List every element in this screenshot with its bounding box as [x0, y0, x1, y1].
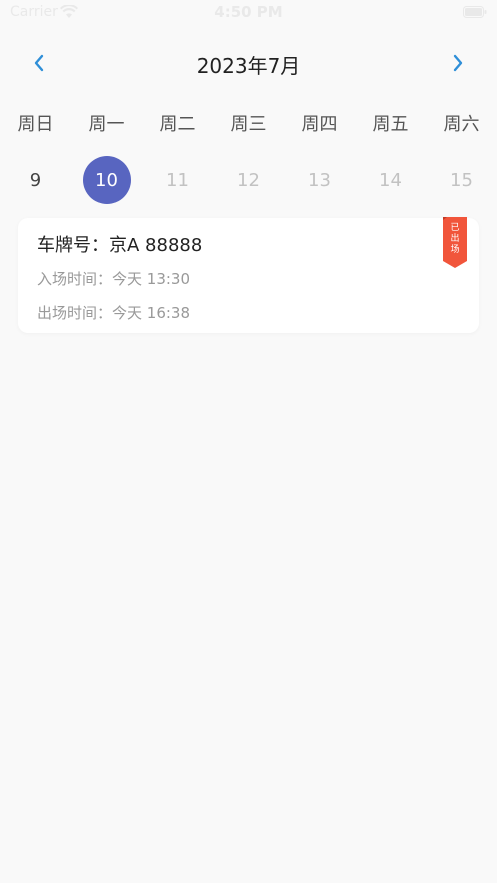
day-cell[interactable]: 11: [142, 156, 213, 204]
day-cell[interactable]: 15: [426, 156, 497, 204]
weekday-tue: 周二: [159, 114, 196, 135]
day-number: 15: [450, 169, 473, 191]
month-title: 2023年7月: [196, 54, 301, 78]
weekday-row: 周日 周一 周二 周三 周四 周五 周六: [0, 110, 497, 140]
plate-label: 车牌号：: [37, 235, 109, 256]
exit-time-label: 出场时间：: [37, 304, 113, 322]
day-number: 9: [29, 169, 42, 191]
day-number: 14: [379, 169, 402, 191]
app-screen: Carrier 4:50 PM 2023年7月 周日 周一 周二 周三 周四 周…: [0, 0, 497, 883]
weekday-mon: 周一: [88, 114, 125, 135]
weekday-sun: 周日: [17, 114, 54, 135]
exit-time-line: 出场时间：今天 16:38: [37, 302, 190, 323]
exit-time-value: 今天 16:38: [112, 304, 191, 322]
weekday-fri: 周五: [372, 114, 409, 135]
battery-icon: [463, 6, 487, 18]
weekday-wed: 周三: [230, 114, 267, 135]
entry-time-label: 入场时间：: [37, 270, 113, 288]
month-header: 2023年7月: [0, 40, 497, 86]
status-time: 4:50 PM: [214, 3, 283, 21]
day-row: 9 10 11 12 13 14 15: [0, 156, 497, 204]
day-number: 11: [166, 169, 189, 191]
day-cell[interactable]: 14: [355, 156, 426, 204]
day-number: 12: [237, 169, 260, 191]
weekday-sat: 周六: [443, 114, 480, 135]
status-bar: Carrier 4:50 PM: [0, 0, 497, 26]
plate-line: 车牌号：京A 88888: [37, 231, 202, 257]
entry-time-value: 今天 13:30: [112, 270, 191, 288]
day-cell[interactable]: 9: [0, 156, 71, 204]
status-badge: 已出场: [450, 223, 460, 255]
next-month-button[interactable]: [443, 48, 473, 78]
day-number: 13: [308, 169, 331, 191]
entry-time-line: 入场时间：今天 13:30: [37, 268, 190, 289]
day-cell-selected[interactable]: 10: [71, 156, 142, 204]
parking-record-card[interactable]: 车牌号：京A 88888 入场时间：今天 13:30 出场时间：今天 16:38…: [18, 217, 479, 333]
day-cell[interactable]: 13: [284, 156, 355, 204]
weekday-thu: 周四: [301, 114, 338, 135]
day-cell[interactable]: 12: [213, 156, 284, 204]
status-ribbon: 已出场: [443, 217, 467, 269]
selected-day-number: 10: [82, 156, 131, 204]
plate-number: 京A 88888: [109, 235, 203, 256]
chevron-right-icon: [453, 54, 463, 72]
